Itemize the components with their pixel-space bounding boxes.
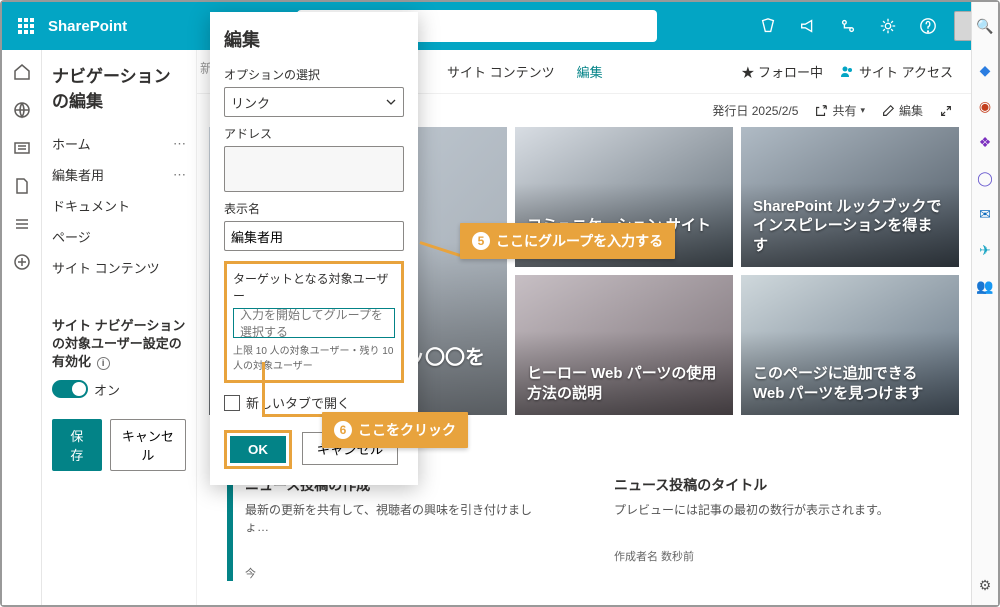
app-icon-1[interactable]: ◉ <box>976 98 994 116</box>
nav-item-label: 編集者用 <box>52 165 104 184</box>
chevron-down-icon <box>385 96 397 108</box>
audience-label: サイト ナビゲーションの対象ユーザー設定の有効化 i <box>52 317 186 372</box>
displayname-input[interactable] <box>224 221 404 251</box>
help-icon[interactable] <box>908 2 948 50</box>
nav-item-editors[interactable]: 編集者用 ⋯ <box>52 159 186 190</box>
expand-icon[interactable] <box>939 104 953 118</box>
settings-icon[interactable] <box>868 2 908 50</box>
address-label: アドレス <box>224 125 404 142</box>
news-desc: プレビューには記事の最初の数行が表示されます。 <box>614 501 889 518</box>
option-label: オプションの選択 <box>224 66 404 83</box>
target-label: ターゲットとなる対象ユーザー <box>233 270 395 304</box>
nav-item-home[interactable]: ホーム ⋯ <box>52 128 186 159</box>
callout-5: 5 ここにグループを入力する <box>460 223 675 259</box>
follow-button[interactable]: ★ フォロー中 <box>741 62 823 81</box>
app-name: SharePoint <box>48 18 127 35</box>
edit-label: 編集 <box>899 102 923 119</box>
nav-item-label: サイト コンテンツ <box>52 258 160 277</box>
toggle-state: オン <box>94 380 120 399</box>
target-audience-input[interactable]: 入力を開始してグループを選択する <box>233 308 395 338</box>
tile-caption: ヒーロー Web パーツの使用方法の説明 <box>527 364 721 403</box>
option-value: リンク <box>231 93 270 112</box>
target-placeholder: 入力を開始してグループを選択する <box>240 306 388 340</box>
target-hint: 上限 10 人の対象ユーザー・残り 10 人の対象ユーザー <box>233 342 395 372</box>
news-accent-bar <box>227 475 233 581</box>
megaphone-icon[interactable] <box>788 2 828 50</box>
more-icon[interactable]: ⋯ <box>173 136 186 152</box>
follow-label: フォロー中 <box>758 65 823 80</box>
app-icon-2[interactable]: ❖ <box>976 134 994 152</box>
nav-item-sitecontents[interactable]: サイト コンテンツ <box>52 252 186 283</box>
document-icon[interactable] <box>12 176 32 196</box>
app-launcher-icon[interactable] <box>10 10 42 42</box>
nav-item-label: ホーム <box>52 134 91 153</box>
news-col-1: ニュース投稿の作成 最新の更新を共有して、視聴者の興味を引き付けましょ… 今 <box>227 475 554 581</box>
site-access-label: サイト アクセス <box>859 62 953 81</box>
globe-icon[interactable] <box>12 100 32 120</box>
tile-caption: SharePoint ルックブックでインスピレーションを得ます <box>753 197 947 256</box>
news-meta: 今 <box>245 565 554 581</box>
displayname-label: 表示名 <box>224 200 404 217</box>
publish-date: 発行日 2025/2/5 <box>712 102 798 119</box>
left-icon-rail <box>2 50 42 605</box>
home-icon[interactable] <box>12 62 32 82</box>
teams-icon[interactable]: 👥 <box>976 278 994 296</box>
share-label: 共有 <box>832 102 856 119</box>
site-access-button[interactable]: サイト アクセス <box>839 62 953 81</box>
callout-number: 6 <box>334 421 352 439</box>
callout-connector-2a <box>262 362 265 414</box>
news-col-2: ニュース投稿のタイトル プレビューには記事の最初の数行が表示されます。 作成者名… <box>614 475 941 581</box>
copilot-icon[interactable]: ◆ <box>976 62 994 80</box>
news-desc: 最新の更新を共有して、視聴者の興味を引き付けましょ… <box>245 501 554 535</box>
rail-settings-icon[interactable]: ⚙ <box>976 577 994 595</box>
news-meta: 作成者名 数秒前 <box>614 548 889 564</box>
callout-number: 5 <box>472 232 490 250</box>
callout-text: ここをクリック <box>358 420 456 440</box>
info-icon[interactable]: i <box>97 357 110 370</box>
nav-item-documents[interactable]: ドキュメント <box>52 190 186 221</box>
address-input[interactable] <box>224 146 404 192</box>
more-icon[interactable]: ⋯ <box>173 167 186 183</box>
suite-bar: SharePoint <box>2 2 998 50</box>
tile-caption: このページに追加できる Web パーツを見つけます <box>753 364 947 403</box>
callout-connector-2b <box>262 414 324 417</box>
cmd-edit[interactable]: 編集 <box>577 62 603 81</box>
option-select[interactable]: リンク <box>224 87 404 117</box>
nav-item-pages[interactable]: ページ <box>52 221 186 252</box>
callout-text: ここにグループを入力する <box>496 231 663 251</box>
audience-toggle[interactable] <box>52 380 88 398</box>
hero-tile-4[interactable]: このページに追加できる Web パーツを見つけます <box>741 275 959 415</box>
edit-page-button[interactable]: 編集 <box>881 102 923 119</box>
callout-6: 6 ここをクリック <box>322 412 468 448</box>
cancel-button[interactable]: キャンセル <box>110 419 186 471</box>
connect-icon[interactable] <box>828 2 868 50</box>
target-highlight-box: ターゲットとなる対象ユーザー 入力を開始してグループを選択する 上限 10 人の… <box>224 261 404 383</box>
share-button[interactable]: 共有 ▾ <box>814 102 865 119</box>
add-icon[interactable] <box>12 252 32 272</box>
search-icon[interactable]: 🔍 <box>976 18 994 36</box>
premium-icon[interactable] <box>748 2 788 50</box>
app-icon-4[interactable]: ✈ <box>976 242 994 260</box>
nav-item-label: ドキュメント <box>52 196 130 215</box>
hero-tile-2[interactable]: ヒーロー Web パーツの使用方法の説明 <box>515 275 733 415</box>
nav-edit-panel: ナビゲーションの編集 ホーム ⋯ 編集者用 ⋯ ドキュメント ページ サイト コンテ… <box>42 50 197 605</box>
hero-tile-3[interactable]: SharePoint ルックブックでインスピレーションを得ます <box>741 127 959 267</box>
right-app-rail: 🔍 ◆ ◉ ❖ ◯ ✉ ✈ 👥 ⚙ <box>971 2 998 605</box>
ok-highlight-box: OK <box>224 430 292 469</box>
ok-button[interactable]: OK <box>230 436 286 463</box>
app-icon-3[interactable]: ◯ <box>976 170 994 188</box>
outlook-icon[interactable]: ✉ <box>976 206 994 224</box>
newtab-checkbox[interactable] <box>224 395 240 411</box>
news-icon[interactable] <box>12 138 32 158</box>
list-icon[interactable] <box>12 214 32 234</box>
cmd-site-contents[interactable]: サイト コンテンツ <box>447 62 555 81</box>
nav-title: ナビゲーションの編集 <box>52 62 186 112</box>
save-button[interactable]: 保存 <box>52 419 102 471</box>
nav-item-label: ページ <box>52 227 91 246</box>
news-title[interactable]: ニュース投稿のタイトル <box>614 475 889 495</box>
people-icon <box>839 64 855 80</box>
dialog-title: 編集 <box>224 26 404 52</box>
